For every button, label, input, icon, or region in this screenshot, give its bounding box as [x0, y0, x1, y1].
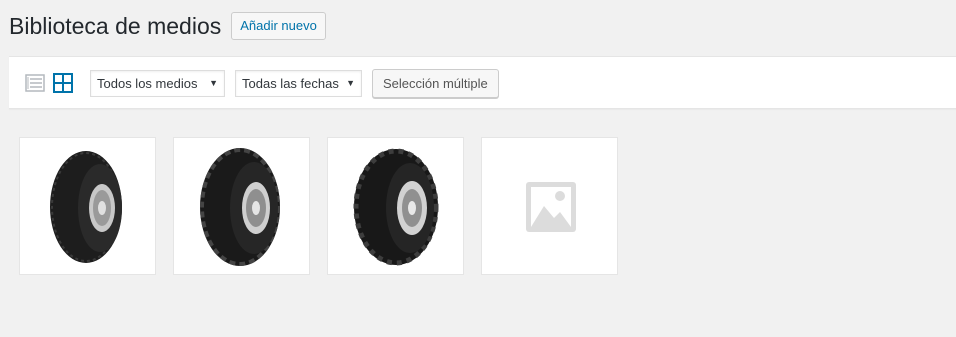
date-filter[interactable]: Todas las fechas ▼ [235, 70, 362, 97]
attachment-tile[interactable] [481, 137, 618, 275]
add-new-button[interactable]: Añadir nuevo [231, 12, 326, 40]
tire-image-3 [353, 148, 439, 266]
list-view-icon[interactable] [25, 73, 45, 93]
attachments-grid [19, 137, 618, 275]
tire-image-2 [200, 148, 280, 266]
date-filter-value: Todas las fechas [242, 76, 339, 91]
media-toolbar: Todos los medios ▼ Todas las fechas ▼ Se… [9, 56, 956, 109]
attachment-tile[interactable] [173, 137, 310, 275]
chevron-down-icon: ▼ [346, 78, 355, 88]
tire-image-1 [50, 151, 122, 263]
page-title: Biblioteca de medios [9, 13, 222, 39]
image-placeholder-icon [526, 182, 576, 232]
media-type-filter-value: Todos los medios [97, 76, 198, 91]
chevron-down-icon: ▼ [209, 78, 218, 88]
attachment-tile[interactable] [327, 137, 464, 275]
bulk-select-button[interactable]: Selección múltiple [372, 69, 499, 98]
attachment-tile[interactable] [19, 137, 156, 275]
grid-view-icon[interactable] [53, 73, 73, 93]
view-switch [25, 73, 73, 93]
page-header: Biblioteca de medios Añadir nuevo [9, 12, 326, 40]
media-type-filter[interactable]: Todos los medios ▼ [90, 70, 225, 97]
